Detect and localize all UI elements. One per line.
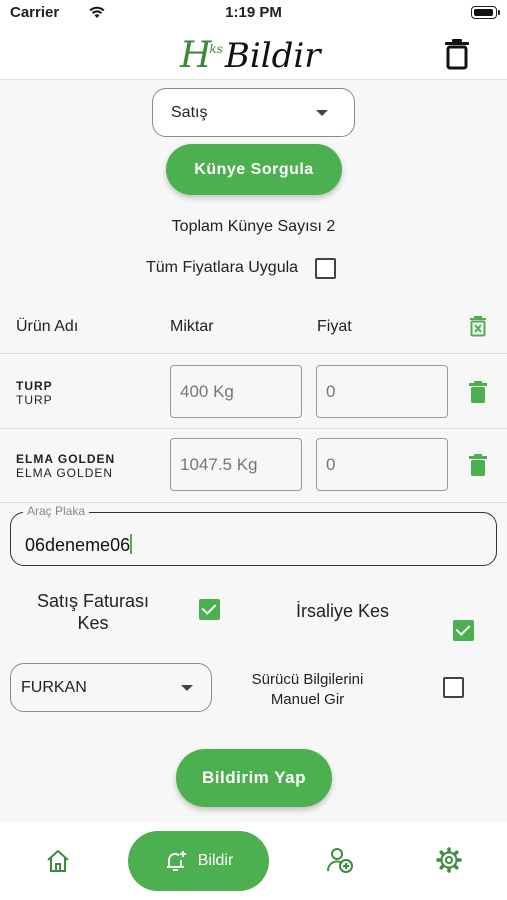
price-field[interactable]: 0 [316,365,448,418]
manual-driver-line1: Sürücü Bilgilerini [251,671,364,688]
apply-all-label: Tüm Fiyatlara Uygula [146,259,299,276]
manual-driver-label: Sürücü Bilgilerini Manuel Gir [240,670,375,710]
quantity-field[interactable]: 1047.5 Kg [170,438,302,491]
logo-word: Bildir [224,36,321,76]
gear-icon[interactable] [436,847,462,873]
waybill-checkbox[interactable] [453,620,474,641]
sales-invoice-label: Satış Faturası Kes [30,590,156,634]
table-row: ELMA GOLDEN ELMA GOLDEN 1047.5 Kg 0 [0,429,507,503]
quantity-value: 400 Kg [180,382,234,401]
table-row: TURP TURP 400 Kg 0 [0,355,507,429]
driver-value: FURKAN [21,679,87,696]
trash-icon[interactable] [444,38,470,70]
product-name: TURP TURP [16,379,53,407]
vehicle-plate-label: Araç Plaka [23,504,90,518]
column-header-quantity: Miktar [170,318,214,335]
vehicle-plate-input[interactable]: Araç Plaka 06deneme06 [10,504,497,566]
plate-text: 06deneme06 [25,535,131,555]
driver-select[interactable]: FURKAN [10,663,212,712]
sales-invoice-line1: Satış Faturası [36,591,150,611]
bell-plus-icon [166,851,186,871]
kunye-sorgula-button[interactable]: Künye Sorgula [166,144,342,195]
bottom-nav: Bildir [0,822,507,900]
total-kunye-count: Toplam Künye Sayısı 2 [171,218,336,235]
sales-invoice-checkbox[interactable] [199,599,220,620]
price-value: 0 [326,455,336,474]
delete-row-icon[interactable] [469,381,487,403]
apply-all-prices-row: Tüm Fiyatlara Uygula [146,257,337,279]
status-bar: Carrier 1:19 PM [0,0,507,26]
transaction-type-value: Satış [171,104,208,121]
transaction-type-select[interactable]: Satış [152,88,355,137]
product-subtitle: ELMA GOLDEN [16,466,114,480]
submit-notification-button[interactable]: Bildirim Yap [176,749,332,807]
product-title: ELMA GOLDEN [16,452,116,466]
logo-ks: ks [209,42,223,56]
price-value: 0 [326,382,336,401]
nav-bildir-button[interactable]: Bildir [128,831,269,891]
battery-icon [471,6,500,19]
price-field[interactable]: 0 [316,438,448,491]
quantity-value: 1047.5 Kg [180,455,258,474]
sales-invoice-line2: Kes [77,613,109,633]
table-header: Ürün Adı Miktar Fiyat [0,306,507,354]
waybill-label: İrsaliye Kes [296,601,390,621]
home-icon[interactable] [45,848,71,874]
product-subtitle: TURP [16,393,53,407]
manual-driver-line2: Manuel Gir [270,691,345,708]
column-header-product: Ürün Adı [16,318,79,335]
clear-all-icon[interactable] [469,315,487,337]
app-header: H ks Bildir [0,26,507,80]
product-name: ELMA GOLDEN ELMA GOLDEN [16,452,115,480]
apply-all-checkbox[interactable] [315,257,337,279]
status-time: 1:19 PM [225,4,282,21]
chevron-down-icon [181,685,193,691]
vehicle-plate-value: 06deneme06 [25,534,133,556]
text-cursor [130,534,133,554]
chevron-down-icon [316,110,328,116]
product-title: TURP [16,379,53,393]
quantity-field[interactable]: 400 Kg [170,365,302,418]
logo-h: H [180,35,212,76]
nav-bildir-label: Bildir [197,852,234,869]
app-logo: H ks Bildir [180,32,321,77]
user-plus-icon[interactable] [326,846,354,874]
column-header-price: Fiyat [317,318,352,335]
delete-row-icon[interactable] [469,454,487,476]
manual-driver-checkbox[interactable] [443,677,464,698]
